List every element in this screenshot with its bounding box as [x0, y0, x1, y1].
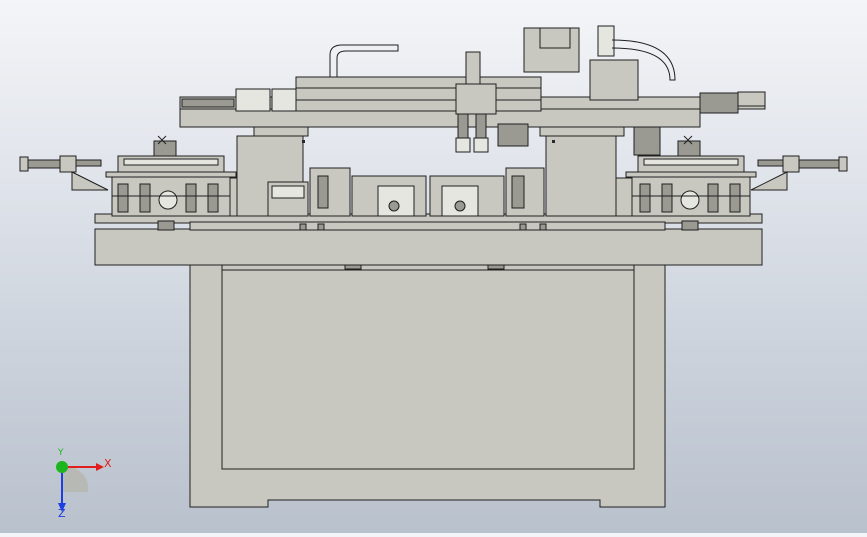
cad-viewport[interactable]: .p { fill:#c8c8c0; stroke:#1f1f1f; strok… [0, 0, 867, 533]
left-station [105, 135, 239, 217]
y-axis-label: Y [58, 448, 64, 458]
x-axis-label: X [104, 457, 112, 470]
base-top-plate [94, 228, 763, 266]
z-axis-label: Z [58, 507, 66, 520]
gantry [179, 25, 766, 156]
coordinate-triad: X Y Z [46, 448, 116, 522]
machine-assembly-drawing: .p { fill:#c8c8c0; stroke:#1f1f1f; strok… [19, 25, 848, 508]
cabinet-panel [221, 264, 635, 470]
left-cylinder [19, 155, 109, 191]
right-cylinder [750, 155, 848, 191]
center-fixtures [236, 135, 633, 217]
machine-base [94, 228, 763, 508]
y-axis-marker [56, 461, 68, 473]
